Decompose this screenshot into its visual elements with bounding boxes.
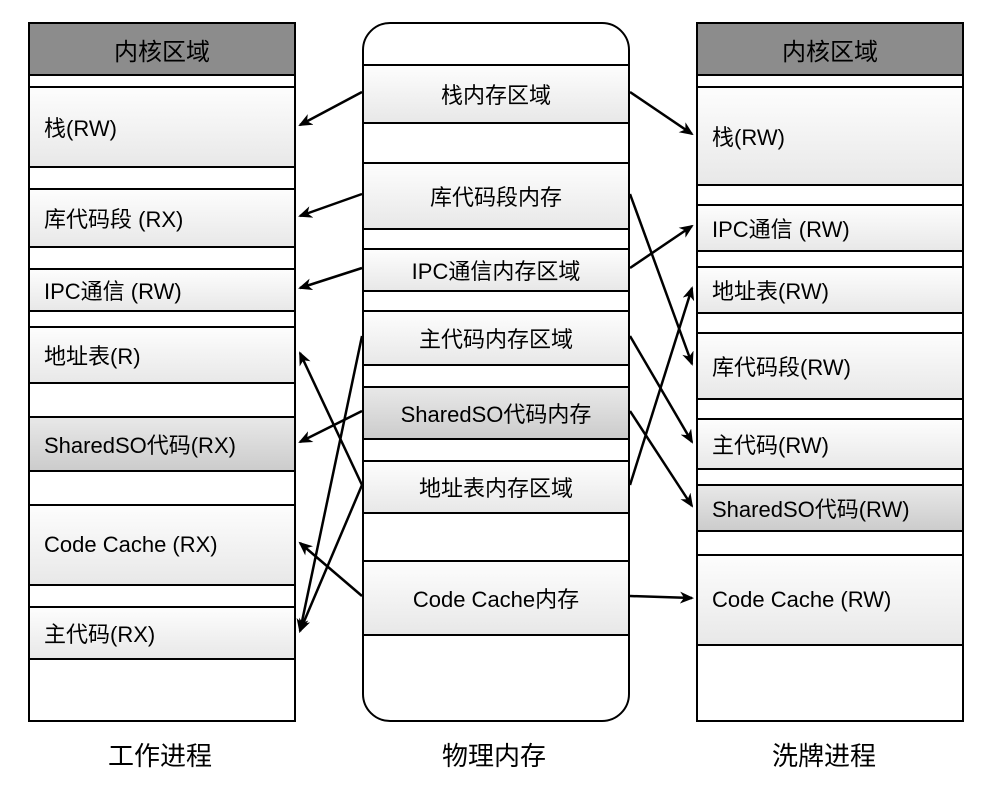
cell-label: SharedSO代码(RW) [712, 492, 910, 524]
cell-label: SharedSO代码内存 [401, 397, 592, 429]
right-body: 栈(RW) IPC通信 (RW) 地址表(RW) 库代码段(RW) 主代码(RW) Sha… [698, 76, 962, 646]
mid-top-pad [364, 24, 628, 54]
cell: 栈(RW) [30, 86, 294, 168]
arrow [630, 288, 692, 485]
cell-label: Code Cache (RX) [44, 532, 218, 558]
arrow [630, 411, 692, 506]
cell-label: 库代码段(RW) [712, 350, 851, 382]
arrow [630, 226, 692, 268]
cell: SharedSO代码(RX) [30, 416, 294, 472]
cell: 栈内存区域 [364, 64, 628, 124]
left-column: 内核区域 栈(RW) 库代码段 (RX) IPC通信 (RW) 地址表(R) Share… [28, 22, 296, 722]
cell-label: 地址表内存区域 [419, 471, 573, 503]
arrow [300, 92, 362, 125]
cell-label: 库代码段 (RX) [44, 202, 183, 234]
left-header: 内核区域 [30, 24, 294, 76]
caption-right: 洗牌进程 [772, 736, 876, 773]
arrow [630, 336, 692, 442]
arrow [300, 353, 362, 485]
cell: 主代码(RX) [30, 606, 294, 660]
caption-left: 工作进程 [108, 736, 212, 773]
cell-label: IPC通信 (RW) [712, 212, 850, 244]
cell-label: 栈(RW) [44, 111, 117, 143]
cell-label: SharedSO代码(RX) [44, 428, 236, 460]
cell-label: 栈内存区域 [441, 78, 551, 110]
right-column: 内核区域 栈(RW) IPC通信 (RW) 地址表(RW) 库代码段(RW) 主代码(R… [696, 22, 964, 722]
cell: 库代码段(RW) [698, 332, 962, 400]
arrow [630, 194, 692, 364]
mid-body: 栈内存区域库代码段内存 IPC通信内存区域主代码内存区域 SharedSO代码内存地… [364, 54, 628, 636]
cell-label: 地址表(R) [44, 339, 141, 371]
cell: 库代码段内存 [364, 162, 628, 230]
arrow [300, 194, 362, 216]
arrow [300, 336, 362, 631]
arrow [300, 543, 362, 596]
arrow [630, 596, 692, 598]
cell: SharedSO代码(RW) [698, 484, 962, 532]
mid-column: 栈内存区域库代码段内存 IPC通信内存区域主代码内存区域 SharedSO代码内存地… [362, 22, 630, 722]
left-body: 栈(RW) 库代码段 (RX) IPC通信 (RW) 地址表(R) SharedSO代码… [30, 76, 294, 660]
cell: 库代码段 (RX) [30, 188, 294, 248]
cell: IPC通信 (RW) [698, 204, 962, 252]
cell-label: IPC通信 (RW) [44, 274, 182, 306]
cell: Code Cache内存 [364, 560, 628, 636]
diagram-stage: 内核区域 栈(RW) 库代码段 (RX) IPC通信 (RW) 地址表(R) Share… [0, 0, 1000, 785]
cell-label: 库代码段内存 [430, 180, 562, 212]
right-header: 内核区域 [698, 24, 962, 76]
cell-label: Code Cache内存 [413, 582, 579, 614]
cell: 地址表(R) [30, 326, 294, 384]
cell-label: 栈(RW) [712, 120, 785, 152]
cell-label: 地址表(RW) [712, 274, 829, 306]
cell: SharedSO代码内存 [364, 386, 628, 440]
arrow [300, 411, 362, 442]
arrow [630, 92, 692, 134]
cell: Code Cache (RX) [30, 504, 294, 586]
cell: IPC通信 (RW) [30, 268, 294, 312]
cell-label: 主代码(RX) [44, 617, 155, 649]
cell: 栈(RW) [698, 86, 962, 186]
cell: 地址表(RW) [698, 266, 962, 314]
arrow [300, 485, 362, 631]
caption-mid: 物理内存 [442, 736, 546, 773]
cell-label: 主代码内存区域 [419, 322, 573, 354]
cell: IPC通信内存区域 [364, 248, 628, 292]
cell-label: 主代码(RW) [712, 428, 829, 460]
cell: 主代码(RW) [698, 418, 962, 470]
arrow [300, 268, 362, 288]
cell: 主代码内存区域 [364, 310, 628, 366]
cell-label: Code Cache (RW) [712, 587, 891, 613]
cell: 地址表内存区域 [364, 460, 628, 514]
cell-label: IPC通信内存区域 [412, 254, 581, 286]
cell: Code Cache (RW) [698, 554, 962, 646]
